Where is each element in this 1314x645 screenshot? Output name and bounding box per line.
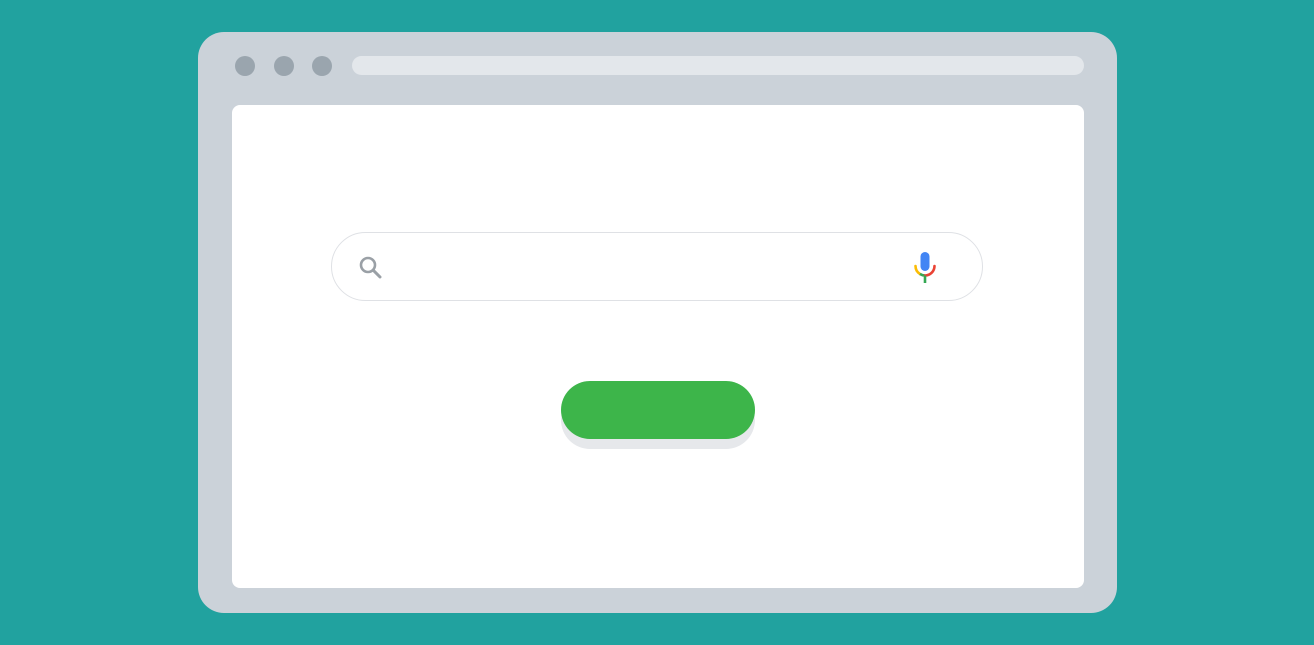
window-maximize-dot[interactable]: [312, 56, 332, 76]
page-viewport: [232, 105, 1084, 588]
search-box[interactable]: [331, 232, 983, 301]
microphone-icon[interactable]: [912, 251, 938, 285]
search-icon[interactable]: [358, 255, 384, 281]
window-minimize-dot[interactable]: [274, 56, 294, 76]
browser-window: [198, 32, 1117, 613]
window-close-dot[interactable]: [235, 56, 255, 76]
address-bar[interactable]: [352, 56, 1084, 75]
search-button[interactable]: [561, 381, 755, 439]
search-input[interactable]: [402, 247, 886, 289]
